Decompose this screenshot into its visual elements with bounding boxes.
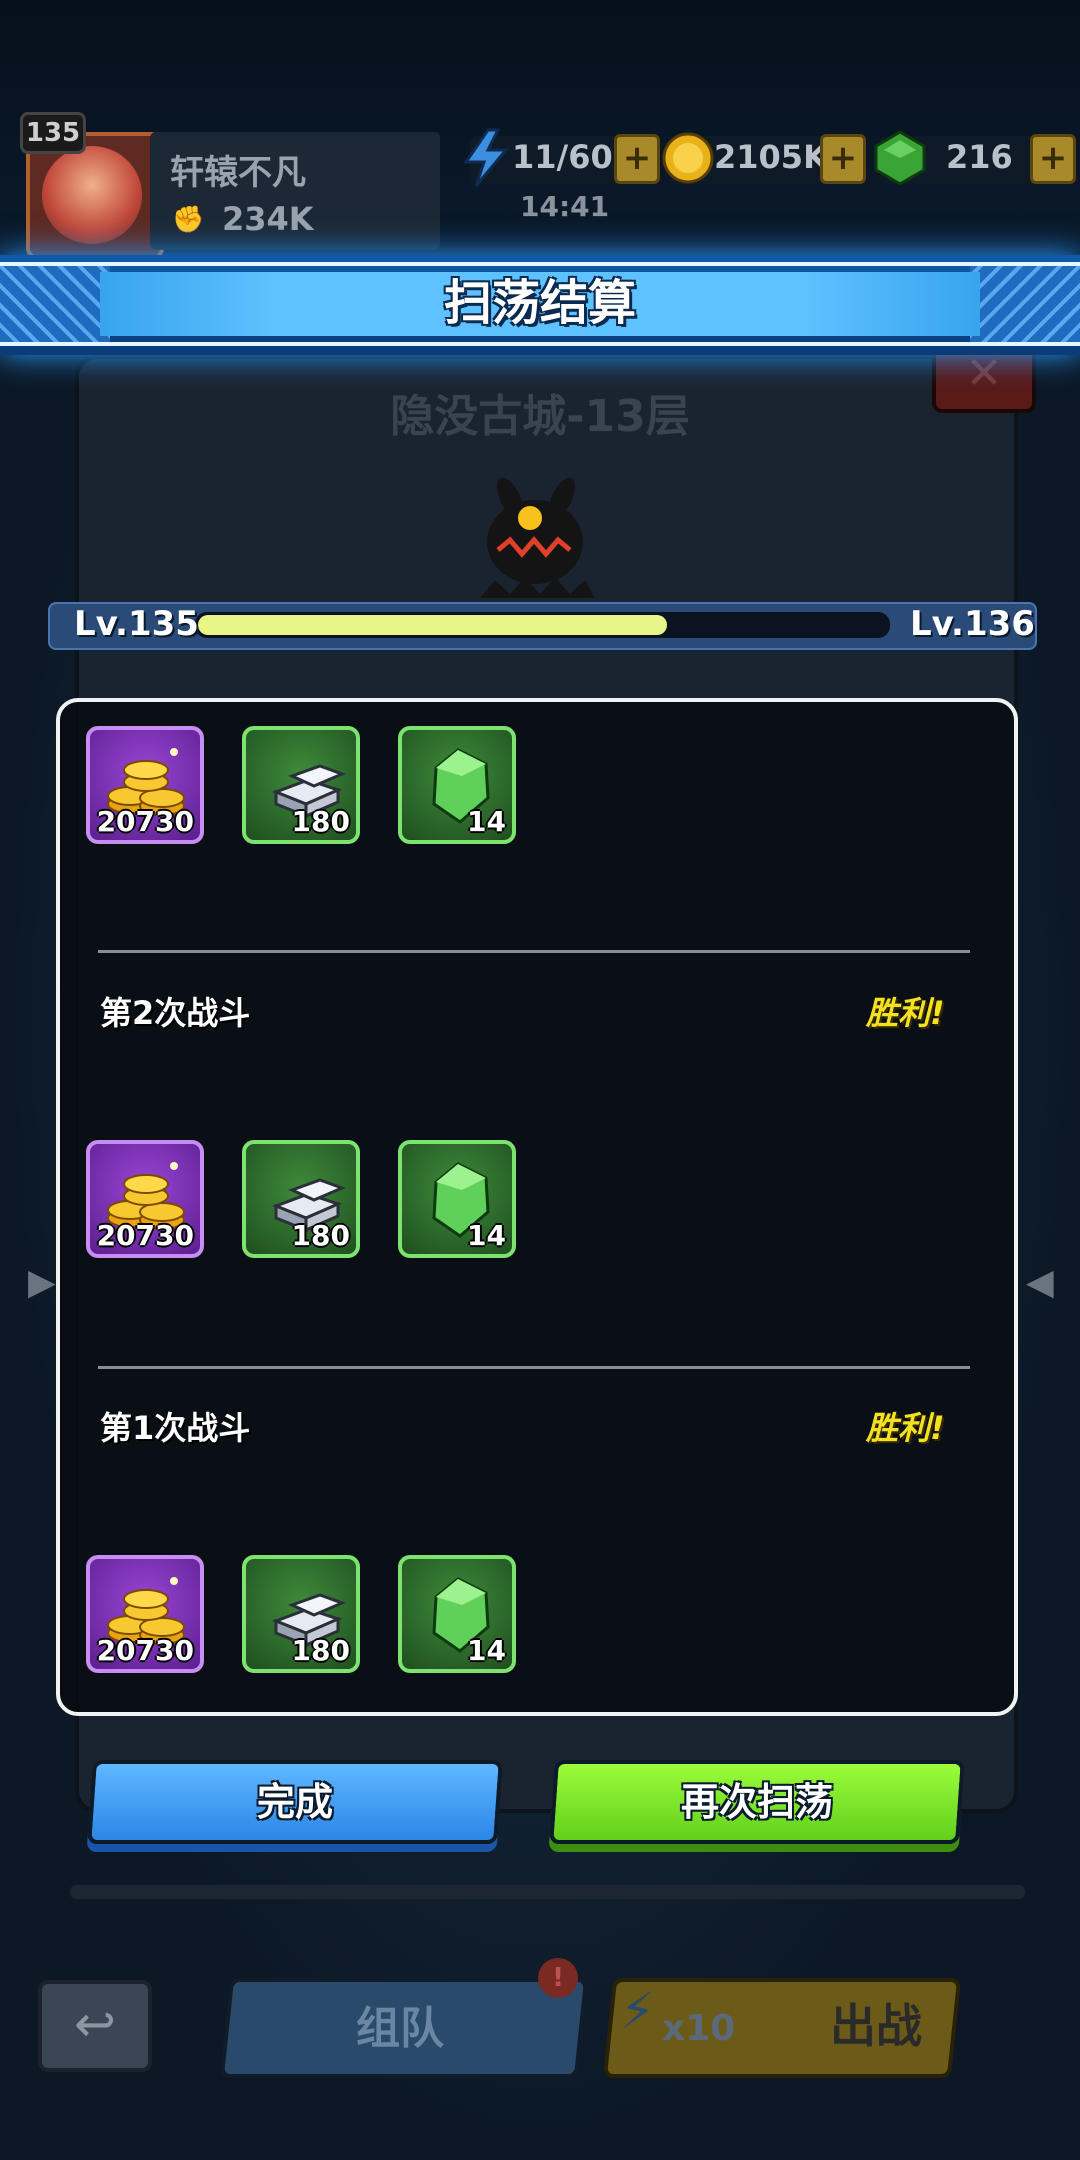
bottom-divider [70, 1885, 1025, 1899]
reward-quantity: 180 [291, 1634, 350, 1667]
reward-item[interactable]: 180 [242, 1555, 360, 1673]
reward-quantity: 180 [291, 1219, 350, 1252]
avatar-portrait [42, 146, 142, 244]
reward-quantity: 14 [467, 1219, 506, 1252]
back-arrow-icon[interactable]: ↩ [38, 1980, 152, 2072]
reward-item[interactable]: 20730 [86, 726, 204, 844]
sweep-again-button-label: 再次扫荡 [680, 1780, 833, 1824]
mascot-icon [470, 470, 600, 600]
green-gem-icon [872, 128, 928, 188]
round-label: 第2次战斗 [100, 994, 251, 1032]
player-name: 轩辕不凡 [170, 153, 306, 193]
reward-quantity: 20730 [96, 1219, 194, 1252]
reward-quantity: 180 [291, 805, 350, 838]
energy-bolt-icon: ⚡ [620, 1982, 656, 2040]
right-arrow-icon[interactable]: ◀ [1026, 1262, 1054, 1303]
left-arrow-icon[interactable]: ▶ [28, 1262, 56, 1303]
round-divider [98, 1366, 970, 1369]
gem-value: 216 [946, 138, 1013, 176]
victory-label: 胜利! [866, 994, 945, 1032]
add-gold-button[interactable]: + [820, 134, 866, 184]
reward-item[interactable]: 20730 [86, 1140, 204, 1258]
victory-label: 胜利! [866, 1409, 945, 1447]
energy-value: 11/60 [512, 138, 613, 176]
sweep-again-button[interactable]: 再次扫荡 [549, 1760, 965, 1844]
round-label: 第1次战斗 [100, 1409, 251, 1447]
energy-cost: x10 [662, 2008, 736, 2049]
current-level: Lv.135 [74, 604, 199, 644]
reward-quantity: 14 [467, 805, 506, 838]
reward-quantity: 20730 [96, 1634, 194, 1667]
team-button-label: 组队 [356, 2003, 444, 2054]
notification-badge-icon: ! [538, 1958, 578, 1998]
banner-bottom-line [0, 342, 1080, 346]
done-button-label: 完成 [256, 1780, 333, 1824]
power-fist-icon: ✊ [172, 205, 205, 235]
reward-quantity: 14 [467, 1634, 506, 1667]
energy-timer: 14:41 [520, 190, 610, 223]
done-button[interactable]: 完成 [87, 1760, 503, 1844]
level-progress-fill [198, 615, 667, 635]
add-energy-button[interactable]: + [614, 134, 660, 184]
player-power: 234K [222, 200, 314, 238]
round-divider [98, 950, 970, 953]
next-level: Lv.136 [910, 604, 1035, 644]
reward-quantity: 20730 [96, 805, 194, 838]
gold-coin-icon [660, 128, 716, 188]
player-level-badge: 135 [20, 112, 86, 154]
add-gem-button[interactable]: + [1030, 134, 1076, 184]
gold-value: 2105K [714, 138, 828, 176]
energy-bolt-icon [458, 128, 514, 188]
fight-button-label: 出战 [830, 1999, 922, 2053]
background-stage-title: 隐没古城-13层 [390, 391, 690, 442]
reward-item[interactable]: 14 [398, 1140, 516, 1258]
reward-item[interactable]: 20730 [86, 1555, 204, 1673]
reward-item[interactable]: 14 [398, 1555, 516, 1673]
reward-item[interactable]: 180 [242, 726, 360, 844]
reward-item[interactable]: 14 [398, 726, 516, 844]
reward-item[interactable]: 180 [242, 1140, 360, 1258]
banner-top-line [0, 262, 1080, 266]
settlement-title: 扫荡结算 [443, 275, 636, 331]
